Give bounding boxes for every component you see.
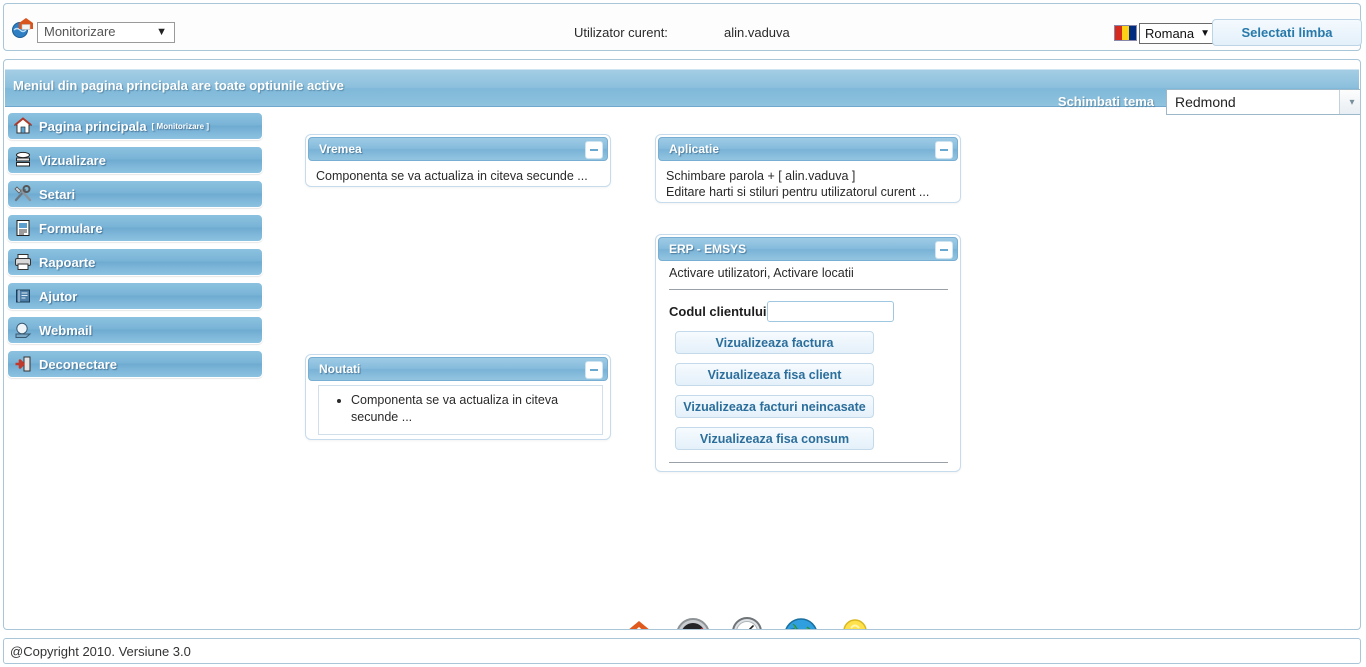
chevron-down-icon: ▼	[156, 26, 167, 38]
romania-flag-icon	[1114, 25, 1137, 41]
sidebar-item-pagina-principala[interactable]: Pagina principala [ Monitorizare ]	[7, 112, 263, 140]
top-header-bar: Monitorizare ▼ Utilizator curent: alin.v…	[3, 3, 1362, 51]
portlet-header: Noutati	[308, 357, 608, 381]
dock-icon-bar	[619, 613, 867, 629]
app-module-value: Monitorizare	[44, 24, 116, 39]
globe-icon[interactable]	[781, 615, 821, 629]
banner-message: Meniul din pagina principala are toate o…	[13, 78, 344, 93]
portlet-text: Schimbare parola + [ alin.vaduva ]	[666, 169, 856, 183]
sidebar-item-vizualizare[interactable]: Vizualizare	[7, 146, 263, 174]
sidebar-item-label: Pagina principala	[39, 118, 147, 134]
news-list-box: Componenta se va actualiza in citeva sec…	[318, 385, 603, 435]
view-consumption-sheet-button[interactable]: Vizualizeaza fisa consum	[675, 427, 874, 450]
tools-icon	[13, 184, 33, 204]
portlet-aplicatie: Aplicatie Schimbare parola + [ alin.vadu…	[655, 134, 961, 203]
portlet-header: Aplicatie	[658, 137, 958, 161]
portlet-body: Schimbare parola + [ alin.vaduva ] Edita…	[656, 163, 960, 209]
divider	[669, 289, 948, 290]
house-globe-icon	[10, 16, 34, 40]
sidebar-item-label: Vizualizare	[39, 152, 106, 168]
view-invoice-button[interactable]: Vizualizeaza factura	[675, 331, 874, 354]
portlet-title: ERP - EMSYS	[669, 242, 747, 256]
portlet-title: Noutati	[319, 362, 361, 376]
sidebar-menu: Pagina principala [ Monitorizare ] Vizua…	[7, 112, 263, 384]
current-user-label: Utilizator curent:	[574, 25, 668, 40]
sidebar-item-webmail[interactable]: Webmail	[7, 316, 263, 344]
sidebar-item-deconectare[interactable]: Deconectare	[7, 350, 263, 378]
portlet-header: Vremea	[308, 137, 608, 161]
portlet-vremea: Vremea Componenta se va actualiza in cit…	[305, 134, 611, 187]
app-module-select[interactable]: Monitorizare ▼	[37, 22, 175, 43]
portlet-header: ERP - EMSYS	[658, 237, 958, 261]
news-list: Componenta se va actualiza in citeva sec…	[329, 392, 592, 426]
layers-icon	[13, 150, 33, 170]
sidebar-item-rapoarte[interactable]: Rapoarte	[7, 248, 263, 276]
erp-subtitle: Activare utilizatori, Activare locatii	[669, 266, 854, 280]
logout-icon	[13, 354, 33, 374]
sidebar-item-label: Rapoarte	[39, 254, 96, 270]
theme-label: Schimbati tema	[1057, 94, 1154, 109]
language-select[interactable]: Romana ▼	[1139, 22, 1216, 44]
sidebar-item-label: Ajutor	[39, 288, 78, 304]
app-root: Monitorizare ▼ Utilizator curent: alin.v…	[0, 0, 1366, 667]
portlet-body: Componenta se va actualiza in citeva sec…	[306, 163, 610, 193]
dock-icons	[619, 613, 867, 629]
view-unpaid-invoices-button[interactable]: Vizualizeaza facturi neincasate	[675, 395, 874, 418]
client-code-input[interactable]	[766, 301, 894, 322]
portlet-title: Aplicatie	[669, 142, 720, 156]
minimize-icon[interactable]	[935, 141, 953, 159]
dark-gauge-icon[interactable]	[673, 615, 713, 629]
footer-bar: @Copyright 2010. Versiune 3.0	[3, 638, 1361, 664]
sidebar-item-label: Deconectare	[39, 356, 118, 372]
chevron-down-icon: ▾	[1339, 90, 1360, 114]
divider	[669, 462, 948, 463]
language-value: Romana	[1145, 25, 1195, 41]
client-code-field-row: Codul clientului	[669, 301, 960, 322]
sidebar-item-formulare[interactable]: Formulare	[7, 214, 263, 242]
minimize-icon[interactable]	[585, 141, 603, 159]
select-language-button[interactable]: Selectati limba	[1212, 19, 1362, 46]
copyright-text: @Copyright 2010. Versiune 3.0	[10, 643, 191, 659]
portlet-text: Componenta se va actualiza in citeva sec…	[316, 169, 588, 183]
printer-icon	[13, 252, 33, 272]
portlet-noutati: Noutati Componenta se va actualiza in ci…	[305, 354, 611, 440]
current-user-value: alin.vaduva	[724, 25, 790, 40]
minimize-icon[interactable]	[585, 361, 603, 379]
sidebar-item-label: Formulare	[39, 220, 103, 236]
lightbulb-icon[interactable]	[835, 615, 875, 629]
sidebar-item-label: Setari	[39, 186, 76, 202]
book-icon	[13, 286, 33, 306]
info-banner: Meniul din pagina principala are toate o…	[5, 69, 1360, 115]
pressure-gauge-icon[interactable]	[727, 615, 767, 629]
minimize-icon[interactable]	[935, 241, 953, 259]
language-picker: Romana ▼	[1114, 22, 1216, 44]
view-client-sheet-button[interactable]: Vizualizeaza fisa client	[675, 363, 874, 386]
sidebar-item-sublabel: [ Monitorizare ]	[151, 121, 209, 131]
theme-select[interactable]: Redmond ▾	[1166, 89, 1360, 115]
portlet-title: Vremea	[319, 142, 362, 156]
home-icon	[13, 116, 33, 136]
mail-globe-icon	[13, 320, 33, 340]
form-icon	[13, 218, 33, 238]
client-code-label: Codul clientului	[669, 304, 767, 319]
chevron-down-icon: ▼	[1200, 27, 1211, 39]
sidebar-item-setari[interactable]: Setari	[7, 180, 263, 208]
list-item: Componenta se va actualiza in citeva sec…	[351, 392, 592, 426]
sidebar-item-label: Webmail	[39, 322, 93, 338]
portlet-text: Editare harti si stiluri pentru utilizat…	[666, 185, 930, 199]
portlet-erp-emsys: ERP - EMSYS Activare utilizatori, Activa…	[655, 234, 961, 472]
house-icon[interactable]	[619, 615, 659, 629]
sidebar-item-ajutor[interactable]: Ajutor	[7, 282, 263, 310]
main-content-panel: Meniul din pagina principala are toate o…	[3, 59, 1361, 630]
theme-value: Redmond	[1175, 94, 1236, 110]
